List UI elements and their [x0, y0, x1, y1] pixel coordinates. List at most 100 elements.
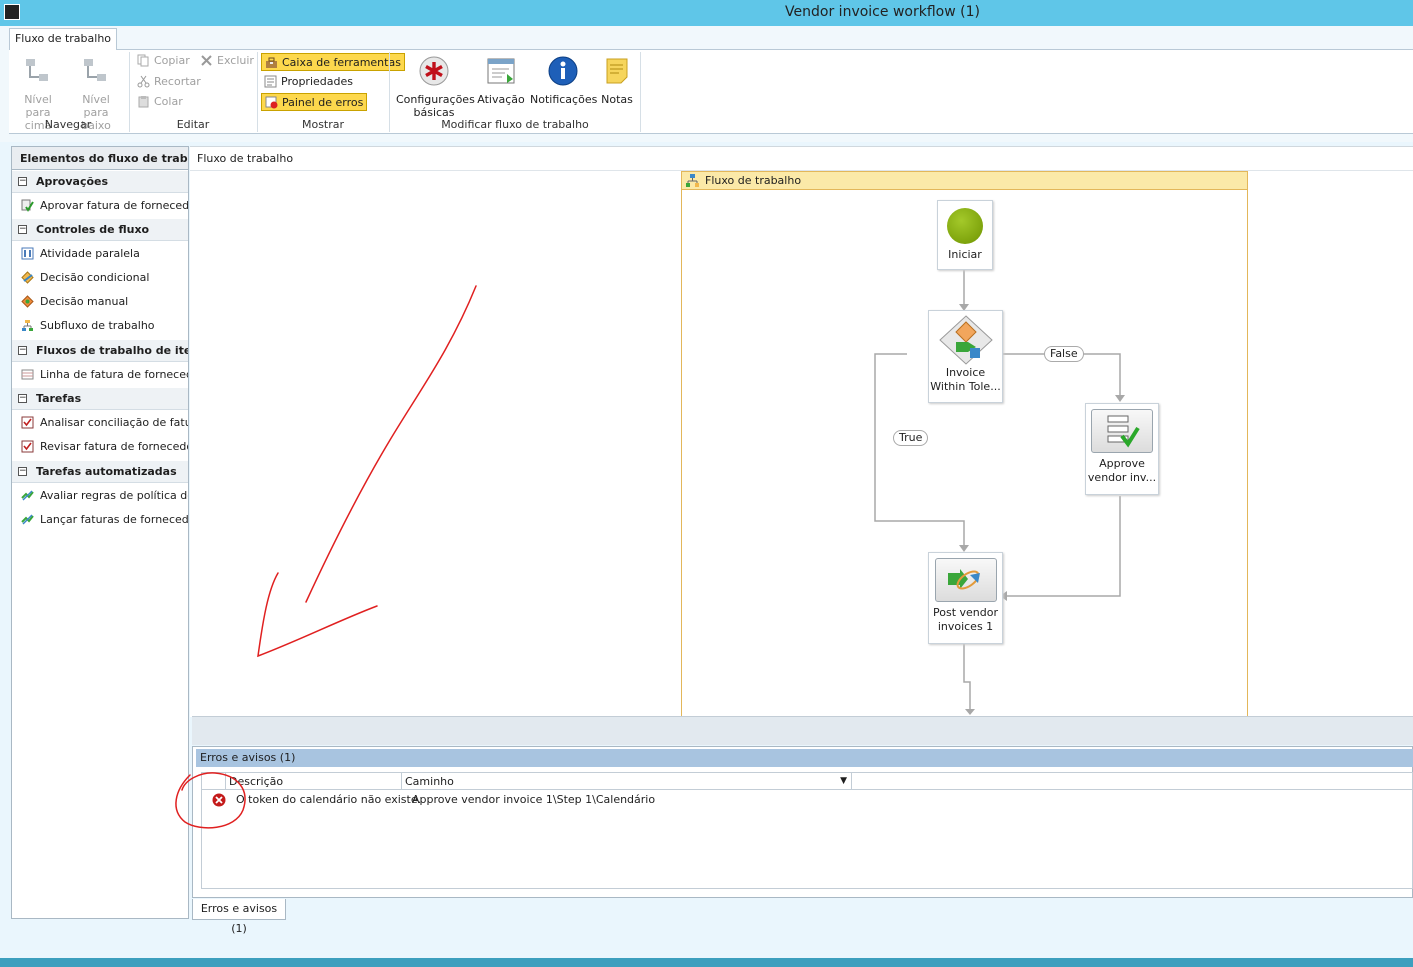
scissors-icon: [137, 75, 150, 88]
group-separator: [129, 52, 130, 132]
basic-settings-label-1: Configurações: [396, 93, 475, 106]
post-node-label-2: invoices 1: [937, 620, 994, 633]
paste-button[interactable]: Colar: [134, 93, 186, 111]
subworkflow-icon: [22, 320, 33, 331]
automated-task-icon: [947, 569, 980, 590]
category-label: Controles de fluxo: [36, 223, 150, 236]
group-separator: [640, 52, 641, 132]
decision-node-label-2: Within Tole...: [930, 380, 1001, 393]
decision-node[interactable]: Invoice Within Tole...: [928, 310, 1003, 403]
post-node-icon-frame: [934, 558, 997, 602]
level-up-icon: [26, 59, 48, 81]
list-item-aprovar-fatura[interactable]: Aprovar fatura de fornecedor: [12, 194, 188, 218]
delete-label: Excluir: [217, 54, 254, 67]
error-pane-icon: [265, 96, 278, 109]
info-icon: [548, 56, 578, 86]
automated-task-icon: [21, 490, 34, 501]
sticky-note-icon: [606, 58, 628, 84]
decision-node-label-1: Invoice: [945, 366, 986, 379]
annotation-overlay: [175, 285, 477, 829]
task-icon: [21, 440, 34, 453]
list-item-atividade-paralela[interactable]: Atividade paralela: [12, 242, 188, 266]
approval-icon: [21, 199, 34, 212]
toolbox-icon: [266, 57, 277, 68]
window-title: Vendor invoice workflow (1): [785, 4, 980, 20]
level-up-label-1: Nível para: [24, 93, 52, 119]
level-down-label-1: Nível para: [82, 93, 110, 119]
delete-icon: [201, 55, 212, 66]
conditional-decision-icon: [938, 315, 993, 365]
annotation-arrow-shaft: [305, 285, 477, 603]
toolbox-label: Caixa de ferramentas: [282, 56, 401, 69]
post-invoices-node[interactable]: Post vendor invoices 1: [928, 552, 1003, 644]
copy-label: Copiar: [154, 54, 190, 67]
workflow-elements-title: Elementos do fluxo de trabalho: [11, 146, 189, 170]
start-node[interactable]: Iniciar: [937, 200, 993, 270]
basic-settings-button[interactable]: Configurações básicas: [396, 55, 475, 119]
tab-fluxo-de-trabalho[interactable]: Fluxo de trabalho: [9, 28, 117, 50]
category-label: Aprovações: [36, 175, 109, 188]
activation-icon: [487, 58, 515, 84]
collapse-icon[interactable]: −: [18, 467, 27, 476]
edge-label-true[interactable]: True: [893, 430, 929, 446]
clipboard-icon: [138, 96, 149, 108]
error-pane-toggle[interactable]: Painel de erros: [261, 93, 368, 111]
copy-icon: [137, 54, 149, 67]
category-label: Tarefas automatizadas: [36, 465, 177, 478]
notes-button[interactable]: Notas: [598, 55, 636, 106]
notifications-button[interactable]: Notificações: [530, 55, 598, 106]
tab-erros-e-avisos[interactable]: Erros e avisos (1): [192, 899, 286, 935]
start-node-label: Iniciar: [948, 248, 982, 261]
line-item-icon: [21, 369, 34, 380]
activation-label: Ativação: [477, 93, 525, 106]
approval-list-icon: [1107, 415, 1140, 448]
manual-decision-icon: [21, 295, 34, 308]
approval-node-label-2: vendor inv...: [1087, 471, 1157, 484]
collapse-icon[interactable]: −: [18, 177, 27, 186]
collapse-icon[interactable]: −: [18, 346, 27, 355]
collapse-icon[interactable]: −: [18, 394, 27, 403]
paste-label: Colar: [154, 95, 183, 108]
chevron-down-icon[interactable]: ▼: [840, 773, 847, 790]
status-bar: [0, 958, 1413, 967]
list-item-label: Subfluxo de trabalho: [40, 319, 155, 332]
properties-toggle[interactable]: Propriedades: [261, 73, 356, 91]
category-aprovacoes[interactable]: − Aprovações: [12, 171, 188, 193]
toolbox-toggle[interactable]: Caixa de ferramentas: [261, 53, 405, 71]
group-label-editar: Editar: [176, 118, 210, 131]
notes-label: Notas: [601, 93, 633, 106]
task-icon: [21, 416, 34, 429]
properties-icon: [264, 75, 277, 88]
copy-button[interactable]: Copiar: [134, 52, 193, 70]
list-item-label: Decisão manual: [40, 295, 129, 308]
annotation-circle: [175, 772, 246, 829]
notifications-label: Notificações: [530, 93, 598, 106]
group-label-navegar: Navegar: [44, 118, 92, 131]
list-item-label: Decisão condicional: [40, 271, 150, 284]
group-label-modificar: Modificar fluxo de trabalho: [441, 118, 589, 131]
cut-button[interactable]: Recortar: [134, 73, 204, 91]
properties-label: Propriedades: [281, 75, 353, 88]
annotation-arrow-head: [257, 572, 378, 658]
approval-node-label-1: Approve: [1099, 457, 1145, 470]
activation-button[interactable]: Ativação: [476, 55, 526, 106]
edge-label-false[interactable]: False: [1044, 346, 1084, 362]
list-item-label: Aprovar fatura de fornecedor: [40, 199, 188, 212]
asterisk-icon: [419, 56, 449, 86]
cut-label: Recortar: [154, 75, 201, 88]
category-controles-de-fluxo[interactable]: − Controles de fluxo: [12, 219, 188, 241]
level-down-icon: [84, 59, 106, 81]
approval-node[interactable]: Approve vendor inv...: [1085, 403, 1159, 495]
group-label-mostrar: Mostrar: [301, 118, 345, 131]
conditional-decision-icon: [21, 271, 34, 284]
post-node-label-1: Post vendor: [933, 606, 998, 619]
start-circle-icon: [947, 208, 983, 244]
automated-task-icon: [21, 514, 34, 525]
category-label: Tarefas: [36, 392, 82, 405]
list-item-label: Atividade paralela: [40, 247, 140, 260]
grid-header-filler: [852, 773, 1412, 790]
delete-button[interactable]: Excluir: [197, 52, 257, 70]
collapse-icon[interactable]: −: [18, 225, 27, 234]
error-pane-label: Painel de erros: [282, 96, 364, 109]
parallel-icon: [21, 247, 34, 260]
